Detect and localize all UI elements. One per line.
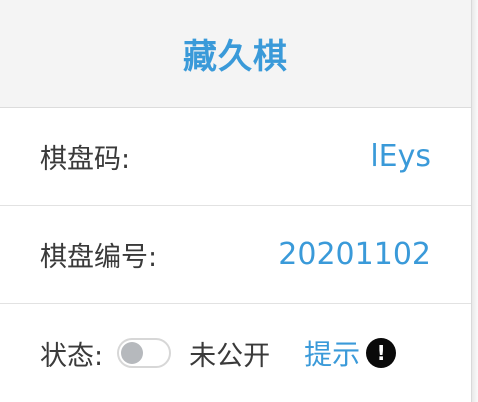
panel-edge-shadow (472, 0, 478, 402)
public-toggle[interactable] (117, 338, 172, 368)
status-label: 状态: (40, 340, 104, 372)
board-code-value: lEys (370, 139, 431, 174)
board-number-row: 棋盘编号: 20201102 (0, 206, 471, 304)
hint-link[interactable]: 提示 (304, 333, 360, 373)
board-info-panel: 藏久棋 棋盘码: lEys 棋盘编号: 20201102 状态: 未公开 提示 … (0, 0, 472, 402)
page-title: 藏久棋 (183, 37, 288, 77)
toggle-state-text: 未公开 (189, 340, 271, 372)
panel-header: 藏久棋 (0, 0, 471, 108)
board-number-value: 20201102 (278, 237, 431, 272)
board-number-label: 棋盘编号: (40, 242, 158, 273)
toggle-knob (121, 342, 144, 364)
board-code-row: 棋盘码: lEys (0, 108, 471, 206)
board-code-label: 棋盘码: (40, 144, 131, 175)
status-row: 状态: 未公开 提示 ! (0, 304, 471, 402)
exclamation-circle-icon[interactable]: ! (366, 338, 397, 368)
